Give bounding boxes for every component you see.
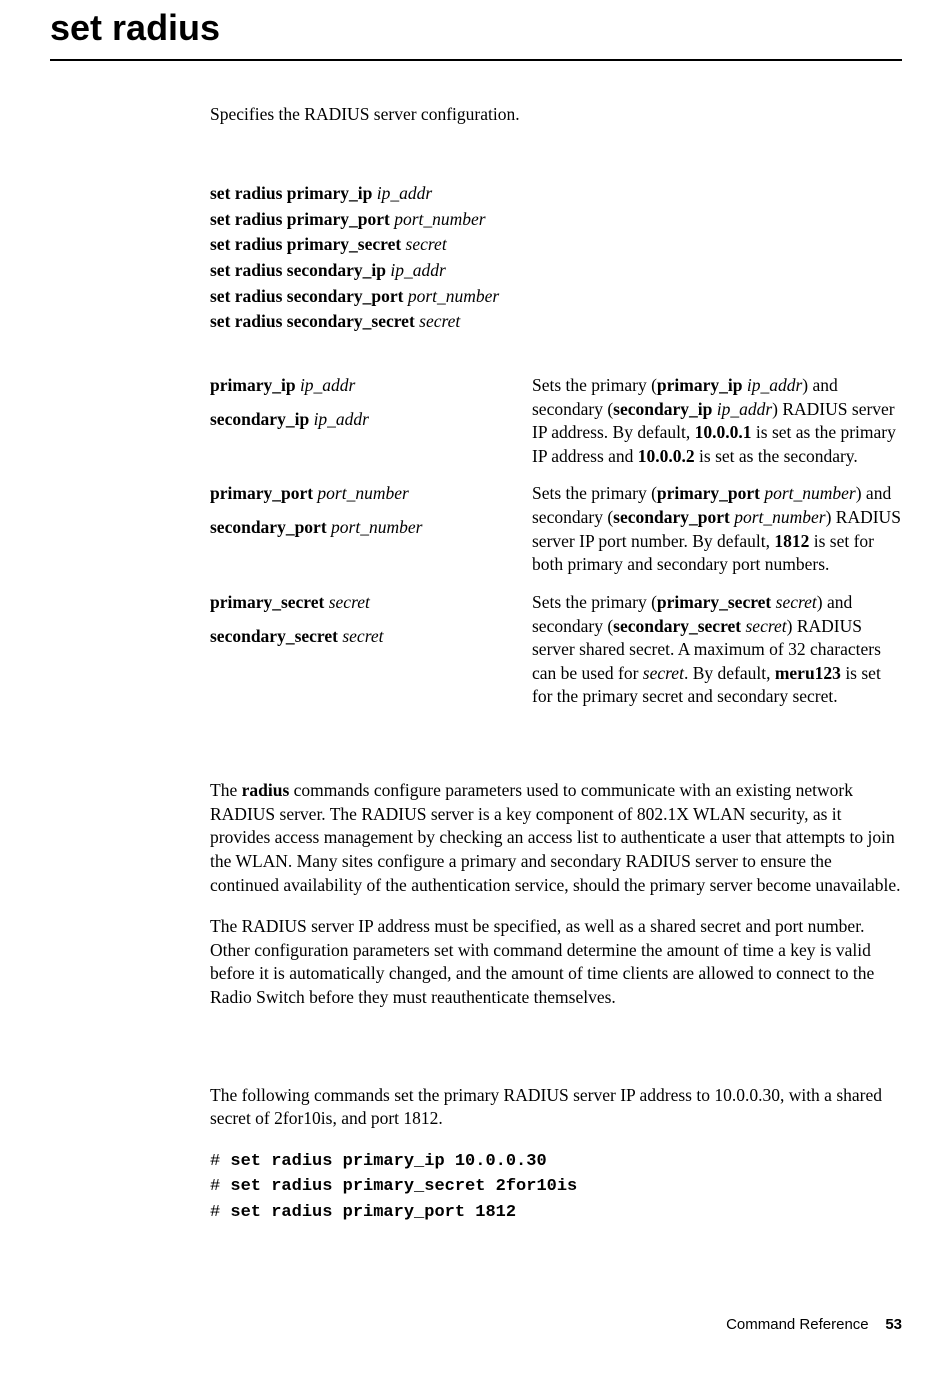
- title-rule: [50, 59, 902, 61]
- syntax-section: Syntax set radius primary_ip ip_addr set…: [210, 182, 902, 723]
- t: primary_port: [657, 483, 764, 503]
- code-line: set radius primary_port 1812: [230, 1203, 516, 1222]
- t: is set as the secondary.: [695, 446, 858, 466]
- param-cmd: primary_secret: [210, 592, 329, 612]
- param-cmd: secondary_port: [210, 517, 331, 537]
- syntax-cmd: set radius secondary_secret: [210, 311, 419, 331]
- t: Sets the primary (: [532, 592, 657, 612]
- t: Sets the primary (: [532, 483, 657, 503]
- t: port_number: [734, 507, 825, 527]
- usage-paragraph: The radius commands configure parameters…: [210, 779, 902, 897]
- usage-section: Usage The radius commands configure para…: [210, 779, 902, 1028]
- code-line: set radius primary_ip 10.0.0.30: [230, 1152, 546, 1171]
- syntax-lines: set radius primary_ip ip_addr set radius…: [210, 182, 902, 334]
- param-desc: Sets the primary (primary_port port_numb…: [532, 482, 902, 591]
- page-title: set radius: [50, 0, 902, 53]
- syntax-cmd: set radius primary_ip: [210, 183, 377, 203]
- param-cmd: secondary_secret: [210, 626, 342, 646]
- syntax-cmd: set radius secondary_port: [210, 286, 408, 306]
- t: ip_addr: [717, 399, 772, 419]
- param-name: primary_secret secret secondary_secret s…: [210, 591, 532, 723]
- t: radius: [242, 780, 290, 800]
- param-row: primary_secret secret secondary_secret s…: [210, 591, 902, 723]
- t: commands configure parameters used to co…: [210, 780, 901, 895]
- param-cmd: primary_ip: [210, 375, 300, 395]
- param-table: primary_ip ip_addr secondary_ip ip_addr …: [210, 374, 902, 723]
- examples-intro: The following commands set the primary R…: [210, 1084, 902, 1131]
- prompt: #: [210, 1177, 230, 1196]
- t: secondary_port: [613, 507, 734, 527]
- param-desc: Sets the primary (primary_ip ip_addr) an…: [532, 374, 902, 483]
- prompt: #: [210, 1203, 230, 1222]
- syntax-cmd: set radius secondary_ip: [210, 260, 390, 280]
- param-name: primary_port port_number secondary_port …: [210, 482, 532, 591]
- t: Sets the primary (: [532, 375, 657, 395]
- page-footer: Command Reference 53: [50, 1315, 902, 1335]
- t: port_number: [764, 483, 855, 503]
- syntax-cmd: set radius primary_port: [210, 209, 394, 229]
- syntax-arg: ip_addr: [390, 260, 445, 280]
- t: secret: [746, 616, 787, 636]
- syntax-arg: ip_addr: [377, 183, 432, 203]
- t: The: [210, 780, 242, 800]
- param-row: primary_ip ip_addr secondary_ip ip_addr …: [210, 374, 902, 483]
- syntax-cmd: set radius primary_secret: [210, 234, 406, 254]
- param-desc: Sets the primary (primary_secret secret)…: [532, 591, 902, 723]
- t: secret: [643, 663, 684, 683]
- intro-text: Specifies the RADIUS server configuratio…: [210, 103, 902, 127]
- t: primary_ip: [657, 375, 747, 395]
- param-arg: port_number: [331, 517, 422, 537]
- param-arg: secret: [342, 626, 383, 646]
- t: . By default,: [684, 663, 775, 683]
- footer-page-number: 53: [885, 1316, 902, 1333]
- param-cmd: primary_port: [210, 483, 317, 503]
- prompt: #: [210, 1152, 230, 1171]
- footer-text: Command Reference: [726, 1316, 869, 1333]
- t: meru123: [775, 663, 841, 683]
- t: secondary_ip: [613, 399, 717, 419]
- t: 1812: [774, 531, 809, 551]
- syntax-arg: secret: [406, 234, 447, 254]
- t: 10.0.0.1: [695, 422, 752, 442]
- param-arg: secret: [329, 592, 370, 612]
- param-row: primary_port port_number secondary_port …: [210, 482, 902, 591]
- syntax-arg: secret: [419, 311, 460, 331]
- t: 10.0.0.2: [638, 446, 695, 466]
- t: ip_addr: [747, 375, 802, 395]
- usage-paragraph: The RADIUS server IP address must be spe…: [210, 915, 902, 1010]
- param-cmd: secondary_ip: [210, 409, 314, 429]
- code-block: # set radius primary_ip 10.0.0.30 # set …: [210, 1149, 902, 1226]
- t: secondary_secret: [613, 616, 745, 636]
- examples-section: Examples The following commands set the …: [210, 1084, 902, 1226]
- param-arg: port_number: [317, 483, 408, 503]
- t: primary_secret: [657, 592, 776, 612]
- param-name: primary_ip ip_addr secondary_ip ip_addr: [210, 374, 532, 483]
- t: secret: [776, 592, 817, 612]
- syntax-arg: port_number: [394, 209, 485, 229]
- syntax-arg: port_number: [408, 286, 499, 306]
- param-arg: ip_addr: [300, 375, 355, 395]
- param-arg: ip_addr: [314, 409, 369, 429]
- code-line: set radius primary_secret 2for10is: [230, 1177, 577, 1196]
